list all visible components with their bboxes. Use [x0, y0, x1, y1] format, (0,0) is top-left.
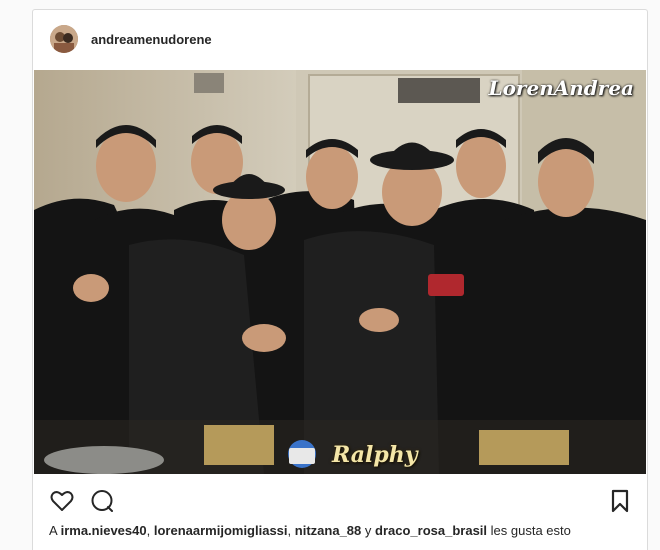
- liker-link[interactable]: lorenaarmijomigliassi: [154, 523, 288, 538]
- watermark-bottom: Ralphy: [332, 442, 418, 468]
- post-photo[interactable]: LorenAndrea Ralphy: [34, 70, 646, 474]
- likes-summary: A irma.nieves40, lorenaarmijomigliassi, …: [49, 523, 571, 538]
- likes-prefix: A: [49, 523, 57, 538]
- liker-link[interactable]: nitzana_88: [295, 523, 361, 538]
- separator: ,: [146, 523, 151, 538]
- separator: ,: [287, 523, 292, 538]
- likes-suffix: les gusta esto: [490, 523, 571, 538]
- action-bar: [33, 474, 647, 520]
- heart-outline-icon[interactable]: [49, 488, 75, 514]
- post-header: andreamenudorene: [33, 10, 647, 70]
- watermark-top: LorenAndrea: [488, 76, 634, 100]
- bookmark-icon[interactable]: [607, 488, 633, 514]
- username-link[interactable]: andreamenudorene: [91, 32, 212, 47]
- avatar[interactable]: [50, 25, 78, 53]
- liker-link[interactable]: irma.nieves40: [61, 523, 147, 538]
- post-card: andreamenudorene LorenAndrea Ralphy A ir…: [32, 9, 648, 550]
- comment-bubble-icon[interactable]: [89, 488, 115, 514]
- liker-link[interactable]: draco_rosa_brasil: [375, 523, 487, 538]
- conjunction: y: [364, 523, 372, 538]
